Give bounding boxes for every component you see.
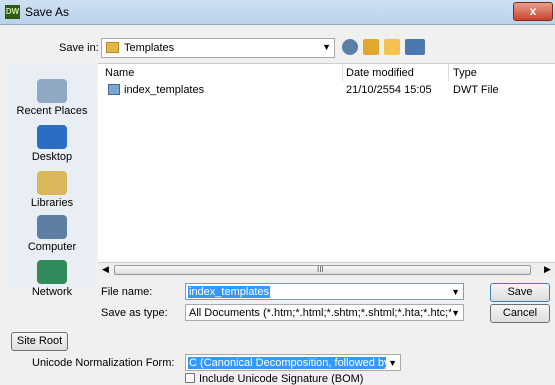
- site-root-button[interactable]: Site Root: [11, 332, 68, 351]
- network-icon: [37, 260, 67, 284]
- place-network[interactable]: Network: [8, 260, 96, 298]
- save-button[interactable]: Save: [490, 283, 550, 302]
- save-as-type-value: All Documents (*.htm;*.html;*.shtm;*.sht…: [189, 307, 451, 319]
- libraries-icon: [37, 171, 67, 195]
- unicode-normalization-select[interactable]: C (Canonical Decomposition, followed by …: [185, 354, 401, 371]
- column-header-date[interactable]: Date modified: [346, 67, 414, 79]
- place-label: Network: [31, 286, 73, 298]
- file-name-label: File name:: [101, 286, 153, 298]
- file-name-value: index_templates: [188, 286, 271, 298]
- dreamweaver-logo-icon: DW: [5, 5, 20, 19]
- place-label: Desktop: [31, 151, 73, 163]
- close-button[interactable]: x: [513, 2, 553, 21]
- chevron-down-icon: ▼: [451, 308, 460, 318]
- dwt-file-icon: [108, 84, 120, 95]
- save-in-dropdown[interactable]: Templates ▼: [101, 38, 335, 58]
- file-row[interactable]: index_templates 21/10/2554 15:05 DWT Fil…: [98, 82, 555, 98]
- back-icon[interactable]: [342, 39, 358, 55]
- scroll-thumb[interactable]: III: [114, 265, 531, 275]
- file-list: Name Date modified Type index_templates …: [98, 63, 555, 276]
- save-in-label: Save in:: [59, 42, 99, 54]
- cancel-button[interactable]: Cancel: [490, 304, 550, 323]
- scroll-left-icon[interactable]: ◀: [102, 264, 109, 275]
- view-menu-icon[interactable]: [405, 39, 425, 55]
- file-date: 21/10/2554 15:05: [346, 84, 432, 96]
- unicode-normalization-label: Unicode Normalization Form:: [32, 357, 175, 369]
- title-bar: DW Save As x: [0, 0, 555, 25]
- up-folder-icon[interactable]: [363, 39, 379, 55]
- desktop-icon: [37, 125, 67, 149]
- places-bar: Recent Places Desktop Libraries Computer…: [8, 63, 96, 298]
- scroll-right-icon[interactable]: ▶: [544, 264, 551, 275]
- column-header-type[interactable]: Type: [453, 67, 477, 79]
- place-libraries[interactable]: Libraries: [8, 171, 96, 209]
- column-divider: [448, 64, 449, 81]
- computer-icon: [37, 215, 67, 239]
- column-divider: [342, 64, 343, 81]
- bom-checkbox[interactable]: [185, 373, 195, 383]
- save-as-type-label: Save as type:: [101, 307, 168, 319]
- unicode-normalization-value: C (Canonical Decomposition, followed by …: [188, 357, 386, 369]
- horizontal-scrollbar[interactable]: ◀ III ▶: [98, 262, 555, 277]
- place-computer[interactable]: Computer: [8, 215, 96, 253]
- folder-icon: [106, 42, 119, 53]
- save-as-type-select[interactable]: All Documents (*.htm;*.html;*.shtm;*.sht…: [185, 304, 464, 321]
- window-title: Save As: [25, 5, 70, 19]
- chevron-down-icon: ▼: [322, 42, 331, 52]
- bom-label: Include Unicode Signature (BOM): [199, 373, 364, 385]
- place-recent-places[interactable]: Recent Places: [8, 79, 96, 117]
- file-name: index_templates: [124, 84, 205, 96]
- column-header-name[interactable]: Name: [105, 67, 134, 79]
- place-label: Recent Places: [16, 105, 88, 117]
- file-type: DWT File: [453, 84, 499, 96]
- new-folder-icon[interactable]: [384, 39, 400, 55]
- place-label: Libraries: [30, 197, 74, 209]
- place-desktop[interactable]: Desktop: [8, 125, 96, 163]
- chevron-down-icon: ▼: [388, 358, 397, 368]
- place-label: Computer: [27, 241, 77, 253]
- save-in-value: Templates: [124, 42, 175, 54]
- file-name-field[interactable]: index_templates ▼: [185, 283, 464, 300]
- scroll-grip: III: [317, 265, 324, 274]
- chevron-down-icon[interactable]: ▼: [451, 287, 460, 297]
- recent-places-icon: [37, 79, 67, 103]
